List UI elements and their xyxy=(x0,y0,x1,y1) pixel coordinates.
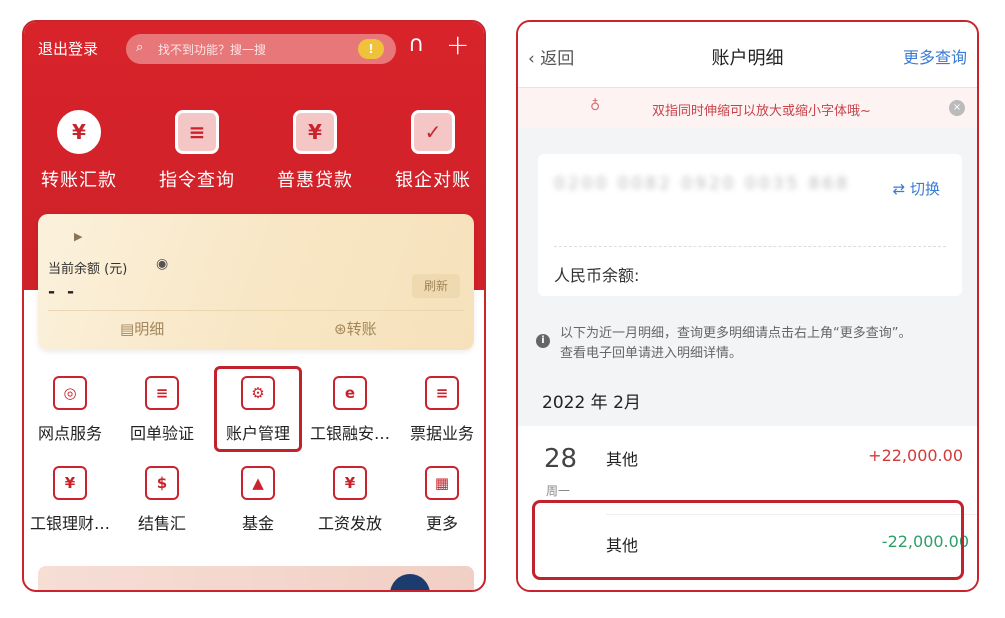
grid-item-label: 回单验证 xyxy=(129,424,194,443)
card-expand-icon[interactable]: ▶ xyxy=(74,230,82,243)
transaction-highlight xyxy=(532,500,964,580)
feature-transfer[interactable]: ¥ 转账汇款 xyxy=(24,110,134,192)
swap-icon: ⇄ xyxy=(892,180,910,198)
info-text: 以下为近一月明细，查询更多明细请点击右上角“更多查询”。 xyxy=(560,326,912,341)
grid-item-label: 基金 xyxy=(241,514,274,533)
detail-button[interactable]: ▤明细 xyxy=(120,318,164,339)
account-management-highlight xyxy=(214,366,302,452)
tip-banner: ♁ 双指同时伸缩可以放大或缩小字体哦~ × xyxy=(518,88,977,128)
grid-item-receipt-verify[interactable]: ≡ 回单验证 xyxy=(116,376,208,444)
customer-service-icon[interactable]: ∩ xyxy=(408,32,424,57)
grid-item-label: 票据业务 xyxy=(409,424,474,443)
nav-bar: ‹ 返回 账户明细 更多查询 xyxy=(518,22,977,88)
lightbulb-icon: ♁ xyxy=(590,98,601,114)
user-yen-icon: ¥ xyxy=(333,466,367,500)
transfer-label: 转账 xyxy=(346,320,377,338)
transaction-day: 28 xyxy=(544,444,578,474)
search-icon: ⌕ xyxy=(136,40,144,55)
icbc-home-screen: 退出登录 ⌕ 找不到功能？搜一搜 ! ∩ + ¥ 转账汇款 ≡ 指令查询 ¥ 普… xyxy=(22,20,486,592)
account-detail-screen: ‹ 返回 账户明细 更多查询 ♁ 双指同时伸缩可以放大或缩小字体哦~ × 020… xyxy=(516,20,979,592)
location-pin-icon: ◎ xyxy=(53,376,87,410)
grid-item-label: 工银融安… xyxy=(309,424,390,443)
more-query-button[interactable]: 更多查询 xyxy=(903,44,967,68)
voice-search-icon[interactable]: ! xyxy=(358,39,384,59)
info-icon: i xyxy=(536,334,550,348)
account-number: 0200 0082 0920 0035 868 xyxy=(554,174,851,194)
transfer-icon: ⊛ xyxy=(334,320,347,338)
grid-item-label: 更多 xyxy=(425,514,458,533)
grid-item-fx-settlement[interactable]: $ 结售汇 xyxy=(116,466,208,534)
switch-account-button[interactable]: ⇄ 切换 xyxy=(893,178,940,199)
grid-more-icon: ▦ xyxy=(425,466,459,500)
grid-item-payroll[interactable]: ¥ 工资发放 xyxy=(304,466,396,534)
switch-label: 切换 xyxy=(909,180,940,198)
logout-button[interactable]: 退出登录 xyxy=(38,38,98,59)
grid-item-icbc-rongan[interactable]: e 工银融安… xyxy=(304,376,396,444)
receipt-shield-icon: ≡ xyxy=(145,376,179,410)
balance-card: ▶ 当前余额 (元) ◉ - - 刷新 ▤明细 ⊛转账 xyxy=(38,214,474,350)
grid-item-wealth-management[interactable]: ¥ 工银理财… xyxy=(24,466,116,534)
yen-transfer-icon: ¥ xyxy=(57,110,101,154)
query-doc-icon: ≡ xyxy=(175,110,219,154)
account-card: 0200 0082 0920 0035 868 ⇄ 切换 人民币余额: xyxy=(538,154,962,296)
reconcile-icon: ✓ xyxy=(411,110,455,154)
grid-item-bill-business[interactable]: ≡ 票据业务 xyxy=(396,376,484,444)
abacus-yen-icon: ¥ xyxy=(53,466,87,500)
balance-label: 当前余额 (元) xyxy=(48,262,128,277)
transaction-amount[interactable]: +22,000.00 xyxy=(868,446,963,465)
detail-label: 明细 xyxy=(134,320,165,338)
bill-doc-icon: ≡ xyxy=(425,376,459,410)
transaction-type[interactable]: 其他 xyxy=(606,446,638,470)
transaction-weekday: 周一 xyxy=(546,484,571,498)
rmb-balance-label: 人民币余额: xyxy=(554,266,640,285)
feature-label: 银企对账 xyxy=(395,170,471,191)
feature-label: 指令查询 xyxy=(159,170,235,191)
info-text: 查看电子回单请进入明细详情。 xyxy=(560,346,743,361)
e-shield-icon: e xyxy=(333,376,367,410)
feature-instruction-query[interactable]: ≡ 指令查询 xyxy=(142,110,252,192)
month-header: 2022 年 2月 xyxy=(542,393,641,413)
refresh-button[interactable]: 刷新 xyxy=(412,274,460,298)
add-icon[interactable]: + xyxy=(446,28,469,61)
grid-item-label: 结售汇 xyxy=(137,514,186,533)
currency-exchange-icon: $ xyxy=(145,466,179,500)
feature-loan[interactable]: ¥ 普惠贷款 xyxy=(260,110,370,192)
grid-item-more[interactable]: ▦ 更多 xyxy=(396,466,484,534)
grid-item-label: 工银理财… xyxy=(29,514,110,533)
grid-item-label: 网点服务 xyxy=(37,424,102,443)
search-input[interactable]: ⌕ 找不到功能？搜一搜 ! xyxy=(126,34,396,64)
feature-reconcile[interactable]: ✓ 银企对账 xyxy=(378,110,484,192)
transfer-button[interactable]: ⊛转账 xyxy=(334,318,377,339)
tip-text: 双指同时伸缩可以放大或缩小字体哦~ xyxy=(652,104,871,119)
grid-item-fund[interactable]: ▲ 基金 xyxy=(212,466,304,534)
eye-icon[interactable]: ◉ xyxy=(156,256,168,272)
feature-label: 转账汇款 xyxy=(41,170,117,191)
card-divider xyxy=(554,246,946,247)
card-divider xyxy=(48,310,464,311)
promo-banner[interactable] xyxy=(38,566,474,590)
close-icon[interactable]: × xyxy=(949,100,965,116)
feature-label: 普惠贷款 xyxy=(277,170,353,191)
banner-avatar xyxy=(390,574,430,590)
loan-icon: ¥ xyxy=(293,110,337,154)
detail-icon: ▤ xyxy=(120,320,135,338)
search-placeholder: 找不到功能？搜一搜 xyxy=(158,43,267,57)
chart-up-icon: ▲ xyxy=(241,466,275,500)
grid-item-label: 工资发放 xyxy=(317,514,382,533)
grid-item-branch-service[interactable]: ◎ 网点服务 xyxy=(24,376,116,444)
balance-value: - - xyxy=(48,282,78,302)
